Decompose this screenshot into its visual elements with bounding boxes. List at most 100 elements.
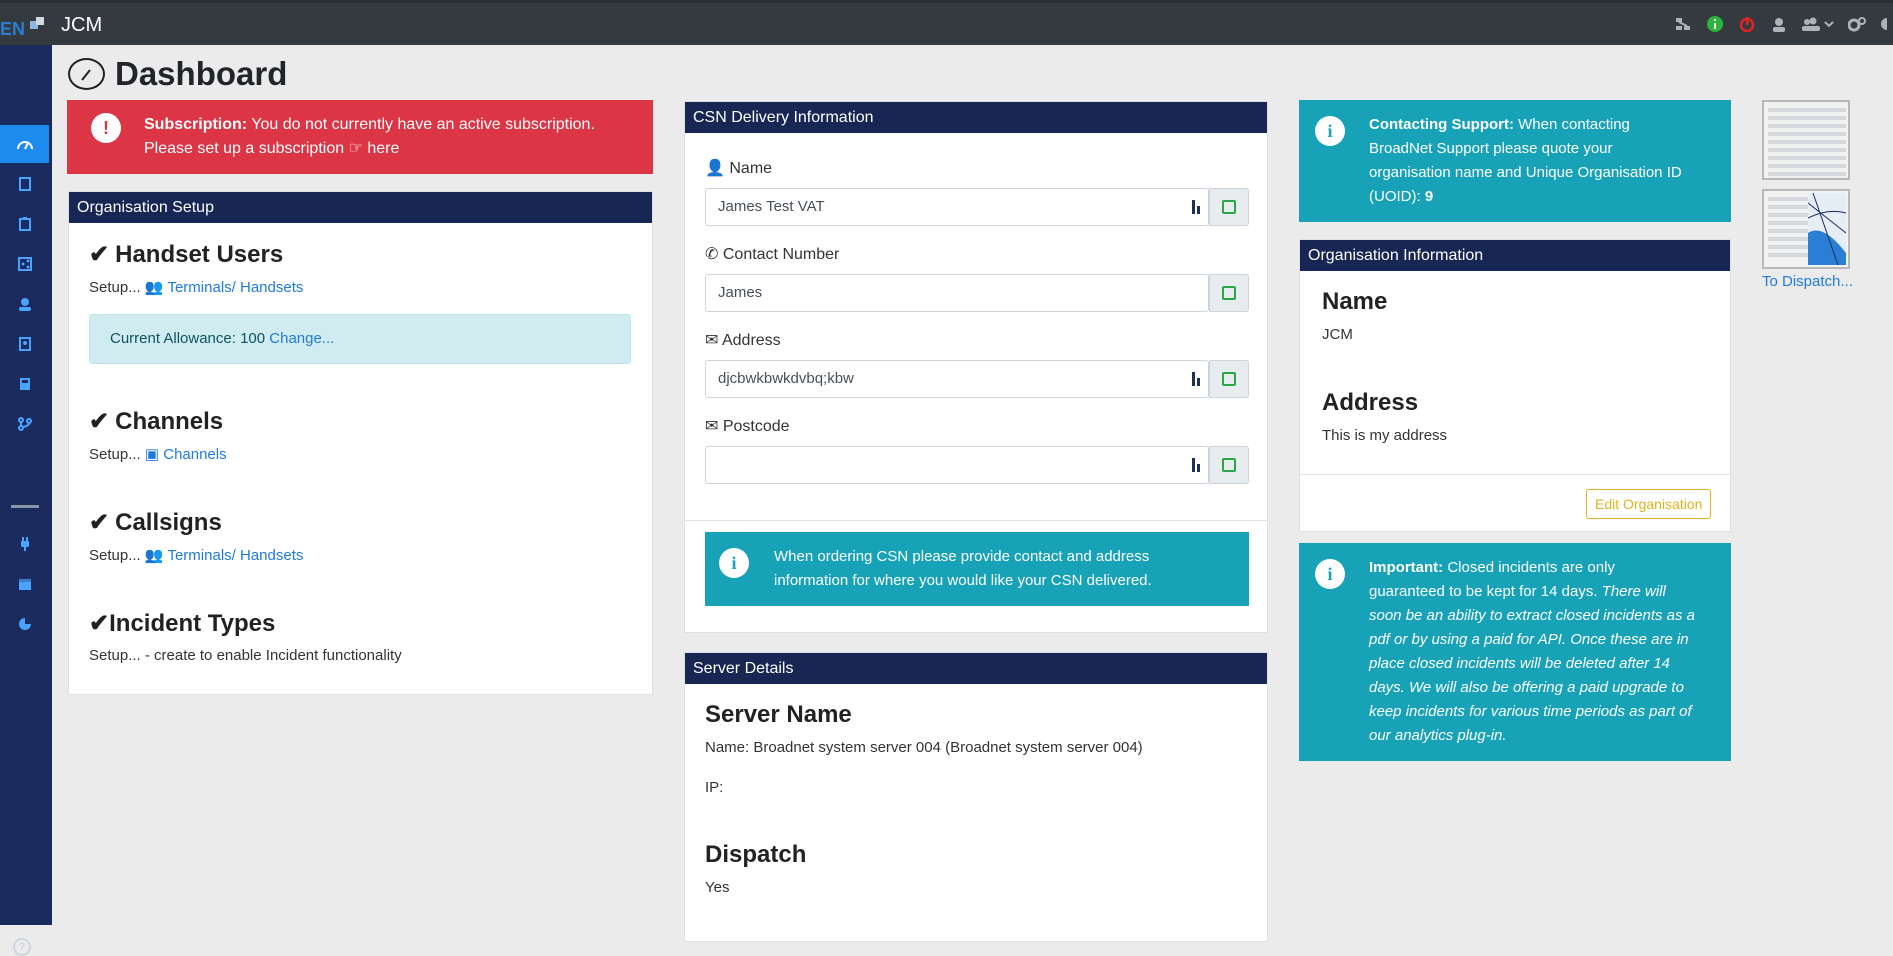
support-alert: i Contacting Support: When contacting Br…	[1299, 100, 1731, 222]
plug-icon[interactable]	[0, 525, 49, 563]
callsigns-title: Callsigns	[115, 509, 222, 536]
address-book-icon[interactable]	[0, 325, 49, 363]
subscription-link[interactable]: here	[367, 140, 399, 157]
callsigns-setup-text: Setup...	[89, 547, 141, 564]
subscription-strong: Subscription:	[144, 116, 248, 133]
chart-pie-icon[interactable]	[0, 605, 49, 643]
subscription-line1: You do not currently have an active subs…	[247, 116, 595, 133]
info-icon[interactable]	[1705, 14, 1725, 34]
dispatch-thumbnail-list[interactable]	[1762, 100, 1850, 180]
info-circle-icon: i	[1315, 559, 1345, 589]
support-strong: Contacting Support:	[1369, 116, 1514, 133]
field-action-icon[interactable]	[1192, 458, 1202, 472]
name-input[interactable]: James Test VAT	[705, 188, 1209, 226]
save-icon	[1222, 286, 1236, 300]
save-icon	[1222, 372, 1236, 386]
address-label: Address	[721, 332, 781, 349]
save-icon	[1222, 458, 1236, 472]
important-line5: place closed incidents will be deleted a…	[1369, 655, 1671, 672]
org-address-value: This is my address	[1322, 427, 1448, 444]
save-contact-button[interactable]	[1209, 274, 1249, 312]
org-info-divider	[1300, 474, 1730, 475]
important-line3: soon be an ability to extract closed inc…	[1369, 607, 1696, 624]
power-icon[interactable]	[1737, 14, 1757, 34]
help-icon[interactable]: ?	[13, 938, 31, 956]
csn-delivery-panel: CSN Delivery Information 👤 Name James Te…	[684, 101, 1268, 633]
calendar-icon[interactable]	[0, 565, 49, 603]
check-icon: ✔	[89, 408, 110, 435]
incident-setup-text: Setup... - create to enable Incident fun…	[89, 647, 402, 664]
info-circle-icon: i	[1315, 116, 1345, 146]
postcode-input[interactable]	[705, 446, 1209, 484]
important-italic1: There will	[1597, 583, 1666, 600]
uoid-value: 9	[1424, 188, 1434, 205]
server-details-panel: Server Details Server Name Name: Broadne…	[684, 652, 1268, 942]
network-icon[interactable]	[1673, 14, 1693, 34]
save-icon	[1222, 200, 1236, 214]
allowance-text: Current Allowance: 100	[110, 330, 266, 347]
user-secret-icon[interactable]	[1769, 14, 1789, 34]
important-line8: our analytics plug-in.	[1369, 727, 1507, 744]
support-line3: organisation name and Unique Organisatio…	[1369, 164, 1682, 181]
subscription-line2: Please set up a subscription	[144, 140, 345, 157]
important-line2: guaranteed to be kept for 14 days.	[1369, 583, 1598, 600]
organisation-info-header: Organisation Information	[1300, 240, 1730, 271]
users-link-icon: 👥	[144, 279, 164, 296]
page-title-text: Dashboard	[115, 55, 288, 92]
org-name-value: JCM	[1322, 326, 1353, 343]
dispatch-thumbnail-map[interactable]	[1762, 189, 1850, 269]
users-link-icon: 👥	[144, 547, 164, 564]
csn-divider	[685, 520, 1267, 521]
incident-types-title: Incident Types	[109, 610, 276, 637]
support-line4: (UOID):	[1369, 188, 1421, 205]
file-icon[interactable]	[0, 165, 49, 203]
envelope-icon: ✉	[705, 332, 719, 349]
clipboard-icon[interactable]	[0, 205, 49, 243]
save-postcode-button[interactable]	[1209, 446, 1249, 484]
field-action-icon[interactable]	[1192, 200, 1202, 214]
edit-organisation-button[interactable]: Edit Organisation	[1586, 489, 1712, 519]
overflow-icon[interactable]	[1879, 14, 1887, 34]
callsigns-terminals-link[interactable]: Terminals/ Handsets	[167, 547, 303, 564]
csn-info-alert: i When ordering CSN please provide conta…	[705, 532, 1249, 606]
brand-logo[interactable]: EN	[0, 15, 46, 39]
top-navbar: EN JCM	[0, 0, 1893, 45]
channels-link[interactable]: Channels	[163, 446, 226, 463]
contact-number-input[interactable]: James	[705, 274, 1209, 312]
top-icons	[1673, 14, 1893, 34]
important-line4: pdf or by using a paid for API. Once the…	[1369, 631, 1689, 648]
check-icon: ✔	[89, 610, 110, 637]
phone-icon: ✆	[705, 246, 719, 263]
save-name-button[interactable]	[1209, 188, 1249, 226]
code-branch-icon[interactable]	[0, 405, 49, 443]
cogs-icon[interactable]	[1847, 14, 1867, 34]
address-input[interactable]: djcbwkbwkdvbq;kbw	[705, 360, 1209, 398]
info-circle-icon: i	[719, 548, 749, 578]
users-icon[interactable]	[1801, 14, 1835, 34]
user-icon: 👤	[705, 160, 725, 177]
sidebar: ?	[0, 45, 52, 956]
handset-terminals-link[interactable]: Terminals/ Handsets	[167, 279, 303, 296]
sidebar-divider	[11, 505, 39, 508]
page-title: Dashboard	[68, 55, 287, 93]
user-tie-icon[interactable]	[0, 285, 49, 323]
handset-setup-text: Setup...	[89, 279, 141, 296]
dashboard-icon[interactable]	[0, 125, 49, 163]
important-line6: days. We will also be offering a paid up…	[1369, 679, 1684, 696]
field-action-icon[interactable]	[1192, 372, 1202, 386]
change-allowance-link[interactable]: Change...	[269, 330, 334, 347]
important-strong: Important:	[1369, 559, 1444, 576]
map-preview-icon	[1808, 193, 1846, 265]
brand-title[interactable]: JCM	[61, 14, 102, 37]
organisation-info-panel: Organisation Information Name JCM Addres…	[1299, 239, 1731, 532]
to-dispatch-link[interactable]: To Dispatch...	[1762, 273, 1853, 290]
dispatch-value: Yes	[705, 879, 730, 896]
save-address-button[interactable]	[1209, 360, 1249, 398]
dashboard-gauge-icon	[68, 58, 105, 90]
share-icon[interactable]	[0, 245, 49, 283]
subscription-alert: ! Subscription: You do not currently hav…	[67, 100, 653, 174]
support-line2: BroadNet Support please quote your	[1369, 140, 1613, 157]
calculator-icon[interactable]	[0, 365, 49, 403]
channels-title: Channels	[115, 408, 224, 435]
csn-info-line2: information for where you would like you…	[774, 572, 1152, 589]
